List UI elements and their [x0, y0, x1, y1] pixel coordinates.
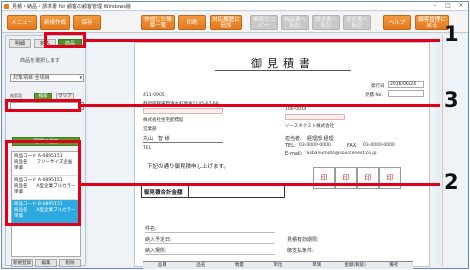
email-address: ksbanumoto@sourcenext.co.jp	[307, 151, 377, 156]
column-header: 数量	[234, 263, 244, 268]
sender-postcode: 106-0014	[285, 107, 307, 112]
recipient-company: 株式会社住宅配標館	[143, 118, 184, 123]
total-label: 御見積合計金額	[144, 190, 183, 196]
close-icon[interactable]: ×	[456, 2, 466, 10]
document-area: 御見積書 発行日 2016/06/24 見積 No. 411-0905 静岡県駿…	[88, 35, 436, 269]
tab-details[interactable]: 明細	[9, 39, 31, 48]
quote-no-label: 見積 No.	[365, 93, 383, 98]
subject-underline	[145, 232, 275, 233]
maximize-icon[interactable]: □	[443, 2, 453, 10]
place-label: 納入場所:	[145, 248, 167, 254]
column-header: 金額(税抜)	[344, 263, 366, 268]
fax-number: 03-0000-0000	[363, 143, 395, 148]
highlight-frame-products-tab	[44, 32, 86, 48]
app-icon	[4, 4, 9, 9]
minimize-icon[interactable]: –	[430, 2, 440, 10]
line-items-header: 品目 品名 数量 単位 単価 金額(税抜) 備考	[143, 261, 413, 269]
recipient-department: 営業部	[143, 127, 157, 132]
subject-label: 件名:	[145, 226, 157, 232]
recipient-tel-label: TEL	[143, 146, 152, 151]
title-underline	[215, 70, 351, 71]
contact-label: 担当者:	[285, 136, 302, 142]
new-document-button[interactable]: 新規作成	[40, 15, 70, 30]
add-history-button[interactable]: 対応履歴に追加	[210, 15, 242, 30]
column-header: 品目	[157, 263, 167, 268]
right-margin	[448, 35, 467, 266]
help-button[interactable]: ヘルプ	[383, 15, 411, 30]
callout-line-2	[81, 183, 440, 186]
intro-text: 下記の通り御見積申し上げます。	[147, 164, 229, 170]
toolbar: メニュー 新規作成 保存 作成した帳票一覧 印刷 対応履歴に追加 帳票のコピー …	[2, 12, 468, 33]
issue-date-field[interactable]: 2016/06/24	[388, 81, 424, 88]
copy-document-button[interactable]: 帳票のコピー	[250, 15, 278, 30]
callout-number-3: 3	[444, 88, 459, 112]
sender-tel: 03-0000-0000	[299, 143, 331, 148]
list-actions: 新規登録 編集 削除	[11, 259, 81, 267]
fax-label: FAX:	[347, 143, 358, 149]
column-header: 単価	[312, 263, 322, 268]
new-product-button[interactable]: 新規登録	[11, 259, 33, 267]
sender-company: ソースネクスト株式会社	[285, 124, 335, 129]
title-bar: 見積・納品・請求書 for 顧客の顧客管理 Windows版 – □ ×	[2, 2, 468, 11]
delivery-underline	[145, 243, 275, 244]
window-title: 見積・納品・請求書 for 顧客の顧客管理 Windows版	[12, 4, 131, 10]
delete-product-button[interactable]: 削除	[59, 259, 81, 267]
save-button[interactable]: 保存	[73, 15, 101, 30]
panel-prompt: 商品を選択します	[20, 58, 61, 64]
sender-tel-label: TEL:	[285, 143, 296, 149]
category-select[interactable]: 対象項目:全項目 ▾	[10, 74, 84, 82]
column-header: 単位	[273, 263, 283, 268]
callout-line-1	[86, 39, 440, 42]
chevron-down-icon: ▾	[79, 75, 82, 81]
quote-document: 御見積書 発行日 2016/06/24 見積 No. 411-0905 静岡県駿…	[134, 42, 430, 269]
to-receipt-button[interactable]: 領収書へ転記	[343, 15, 371, 30]
issue-date-label: 発行日	[371, 84, 385, 89]
recipient-person: 丸山 智 様	[143, 136, 170, 142]
quote-no-field[interactable]	[388, 90, 424, 97]
conditions-label: 御支払条件:	[287, 248, 314, 254]
document-list-button[interactable]: 作成した帳票一覧	[141, 15, 175, 30]
validity-label: 見積有効期限:	[287, 237, 319, 243]
sender-address[interactable]	[285, 114, 345, 120]
column-header: 備考	[389, 263, 399, 268]
edit-product-button[interactable]: 編集	[35, 259, 57, 267]
column-header: 品名	[196, 263, 206, 268]
callout-line-3	[81, 104, 440, 107]
recipient-postcode: 411-0905	[143, 93, 165, 98]
menu-button[interactable]: メニュー	[7, 15, 37, 30]
print-button[interactable]: 印刷	[178, 15, 206, 30]
callout-number-1: 1	[444, 22, 459, 46]
category-select-value: 対象項目:全項目	[13, 75, 50, 81]
place-underline	[145, 254, 275, 255]
to-delivery-button[interactable]: 納品書へ転記	[281, 15, 309, 30]
delivery-label: 納入予定日:	[145, 237, 172, 243]
recipient-underline	[143, 142, 223, 143]
address-line-2[interactable]	[143, 108, 223, 114]
highlight-frame-add-button	[5, 99, 81, 112]
callout-number-2: 2	[444, 170, 459, 194]
document-title: 御見積書	[251, 57, 315, 70]
contact-name: 経理部 経理	[307, 136, 334, 142]
email-label: E-mail:	[285, 151, 303, 157]
highlight-frame-product-list	[5, 140, 81, 226]
to-invoice-button[interactable]: 請求書へ転記	[312, 15, 340, 30]
